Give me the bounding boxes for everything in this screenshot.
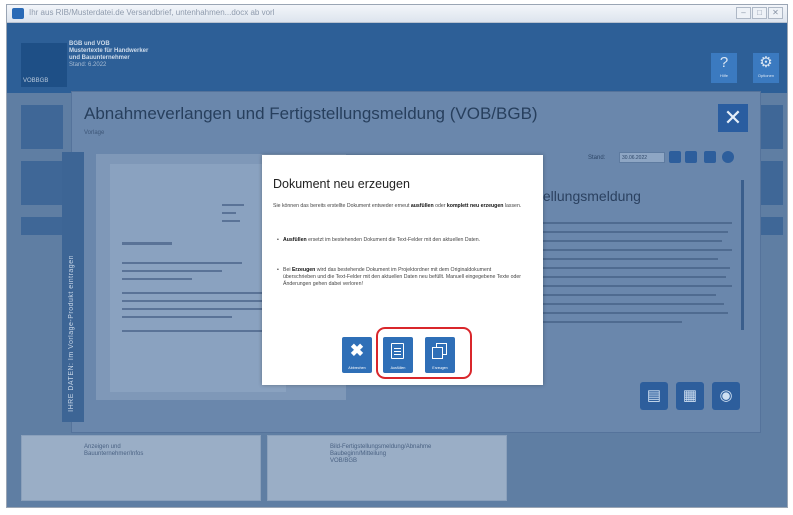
description-scrollbar[interactable] — [741, 180, 744, 330]
calendar-view-icon[interactable] — [685, 151, 697, 163]
logo-text: VOBBGB — [23, 78, 49, 84]
help-button[interactable]: ? Hilfe — [711, 53, 737, 83]
background-tile-title: Bild-Fertigstellungsmeldung/Abnahme Baub… — [330, 444, 432, 464]
minimize-button[interactable]: – — [736, 7, 751, 19]
gear-icon: ⚙ — [759, 54, 773, 71]
panel-close-button[interactable]: ✕ — [718, 104, 748, 132]
background-tiles: Anzeigen und Bauunternehmer/Infos Bild-F… — [21, 435, 781, 505]
dialog-title: Dokument neu erzeugen — [273, 177, 410, 191]
info-icon[interactable] — [722, 151, 734, 163]
app-icon — [12, 8, 24, 19]
description-heading: stellungsmeldung — [532, 188, 641, 204]
regenerate-document-dialog: Dokument neu erzeugen Sie können das ber… — [262, 155, 543, 385]
app-logo: VOBBGB — [21, 43, 67, 87]
background-tile: Bild-Fertigstellungsmeldung/Abnahme Baub… — [267, 435, 507, 501]
app-name-line-1: BGB und VOB — [69, 41, 110, 47]
background-tile: Anzeigen und Bauunternehmer/Infos — [21, 435, 261, 501]
highlight-annotation — [376, 327, 472, 379]
stand-label: Stand: — [588, 155, 606, 161]
nav-tile — [21, 217, 63, 235]
globe-icon[interactable]: ◉ — [712, 382, 740, 410]
app-name: BGB und VOB Mustertexte für Handwerker u… — [69, 41, 148, 69]
stand-date-field[interactable]: 30.06.2022 — [619, 152, 665, 163]
app-name-line-4: Stand: 6.2022 — [69, 62, 107, 68]
calendar-icon[interactable] — [669, 151, 681, 163]
settings-label: Optionen — [757, 73, 775, 78]
cancel-label: Abbrechen — [348, 366, 366, 370]
window-title: Ihr aus RIB/Musterdatei.de Versandbrief,… — [29, 8, 275, 17]
maximize-button[interactable]: □ — [752, 7, 767, 19]
title-bar: Ihr aus RIB/Musterdatei.de Versandbrief,… — [7, 5, 787, 23]
description-column: stellungsmeldung — [532, 174, 748, 374]
settings-button[interactable]: ⚙ Optionen — [753, 53, 779, 83]
help-icon: ? — [719, 54, 729, 71]
dialog-bullet-create: Bei Erzeugen wird das bestehende Dokumen… — [277, 267, 523, 288]
cancel-button[interactable]: ✖ Abbrechen — [342, 337, 372, 373]
help-label: Hilfe — [719, 73, 728, 78]
dialog-bullet-fill: Ausfüllen ersetzt im bestehenden Dokumen… — [277, 237, 523, 244]
document-page — [110, 164, 286, 392]
refresh-icon[interactable] — [704, 151, 716, 163]
vertical-tab-label: IHRE DATEN: Im Vorlage-Produkt eintragen — [68, 255, 75, 412]
left-nav — [21, 105, 63, 435]
word-document-icon[interactable]: ▤ — [640, 382, 668, 410]
background-tile-title: Anzeigen und Bauunternehmer/Infos — [84, 444, 144, 457]
close-icon: ✕ — [723, 105, 743, 130]
app-name-line-2: Mustertexte für Handwerker — [69, 48, 149, 54]
window-controls: – □ ✕ — [736, 7, 783, 19]
word-template-icon[interactable]: ▦ — [676, 382, 704, 410]
close-window-button[interactable]: ✕ — [768, 7, 783, 19]
panel-title: Abnahmeverlangen und Fertigstellungsmeld… — [84, 104, 538, 123]
close-icon: ✖ — [349, 341, 365, 360]
vertical-data-tab[interactable]: IHRE DATEN: Im Vorlage-Produkt eintragen — [62, 152, 84, 422]
description-text — [532, 222, 742, 342]
app-name-line-3: und Bauunternehmer — [69, 55, 130, 61]
nav-tile — [21, 105, 63, 149]
dialog-intro: Sie können das bereits erstellte Dokumen… — [273, 203, 522, 209]
nav-tile — [21, 161, 63, 205]
app-header: VOBBGB BGB und VOB Mustertexte für Handw… — [7, 23, 787, 93]
panel-subtitle: Vorlage — [84, 130, 105, 136]
